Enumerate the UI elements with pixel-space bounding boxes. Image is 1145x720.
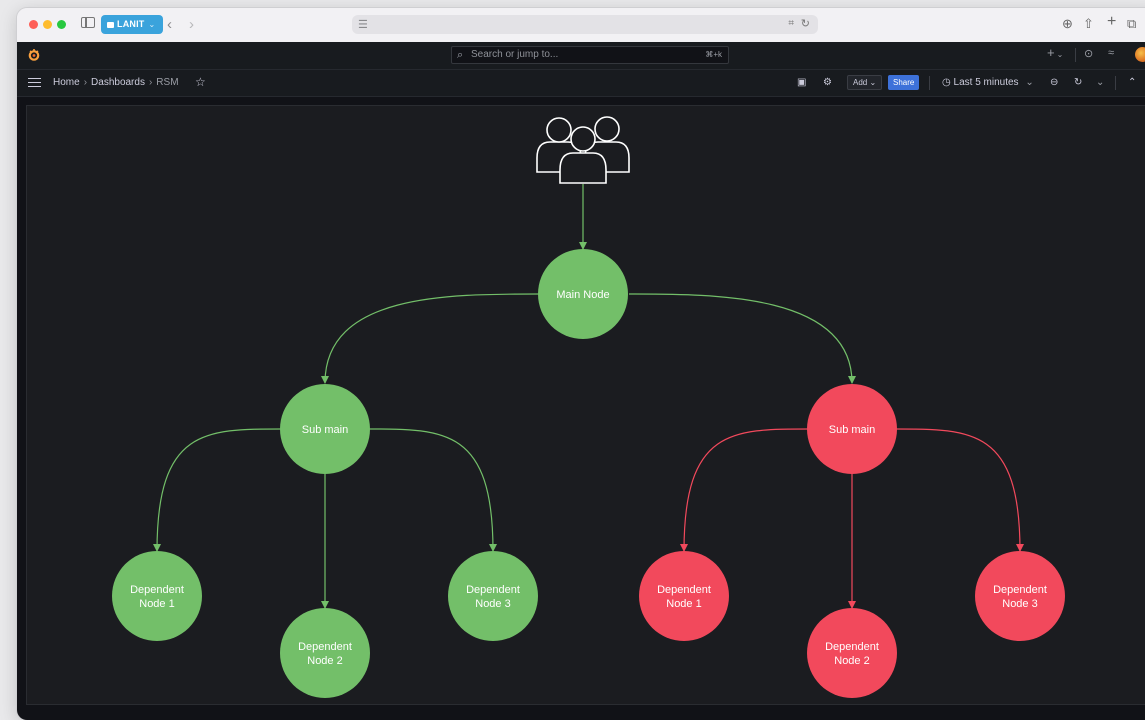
node-right-dep3[interactable]: Dependent Node 3: [975, 551, 1065, 641]
edge-left-dep3: [368, 428, 497, 552]
help-icon[interactable]: ⊙: [1084, 47, 1093, 60]
divider: [1115, 76, 1116, 90]
edge-right-dep1: [680, 428, 809, 552]
star-icon[interactable]: ☆: [195, 75, 206, 89]
node-sub-left[interactable]: Sub main: [280, 384, 370, 474]
dashboard-canvas: Main Node Sub main Sub main Dependent No…: [17, 97, 1145, 720]
node-left-dep3[interactable]: Dependent Node 3: [448, 551, 538, 641]
divider: [1075, 48, 1076, 62]
node-left-dep1[interactable]: Dependent Node 1: [112, 551, 202, 641]
edge-main-sub-right: [628, 293, 856, 384]
diagram-panel: Main Node Sub main Sub main Dependent No…: [26, 105, 1145, 705]
keyboard-shortcut: ⌘+k: [705, 50, 722, 59]
node-label-line2: Node 3: [475, 598, 510, 610]
page-settings-icon[interactable]: ☰: [358, 18, 368, 31]
reload-icon[interactable]: ↻: [801, 17, 810, 30]
menu-icon[interactable]: [28, 78, 41, 87]
zoom-out-icon[interactable]: ⊖: [1050, 77, 1058, 88]
edge-right-dep3: [895, 428, 1024, 552]
save-icon[interactable]: ▣: [797, 77, 806, 88]
address-bar[interactable]: ☰ ⌗ ↻: [352, 15, 818, 34]
minimize-window-button[interactable]: [43, 20, 52, 29]
tab-overview-icon[interactable]: ⧉: [1127, 16, 1136, 32]
settings-icon[interactable]: ⚙: [823, 77, 832, 88]
node-left-dep2[interactable]: Dependent Node 2: [280, 608, 370, 698]
zoom-window-button[interactable]: [57, 20, 66, 29]
node-main[interactable]: Main Node: [538, 249, 628, 339]
node-label-line1: Dependent: [130, 584, 184, 596]
avatar[interactable]: [1135, 47, 1145, 62]
edge-main-sub-left: [321, 293, 540, 384]
news-feed-icon[interactable]: ≈: [1108, 47, 1114, 59]
node-label-line2: Node 2: [834, 655, 869, 667]
node-right-dep1[interactable]: Dependent Node 1: [639, 551, 729, 641]
refresh-icon[interactable]: ↻: [1074, 77, 1082, 88]
tab-group-button[interactable]: LANIT ⌄: [101, 15, 164, 34]
node-graph: Main Node Sub main Sub main Dependent No…: [112, 116, 1065, 698]
chevron-down-icon: ⌄: [869, 78, 877, 87]
breadcrumb: Home › Dashboards › RSM: [53, 77, 179, 88]
close-window-button[interactable]: [29, 20, 38, 29]
search-icon: ⌕: [457, 49, 464, 61]
browser-window: LANIT ⌄ ‹ › ☰ ⌗ ↻ ⊕ ⇧ + ⧉ ⌕ Search or jum…: [17, 8, 1145, 720]
chevron-down-icon: ⌄: [148, 20, 156, 29]
node-label-line2: Node 3: [1002, 598, 1037, 610]
share-button[interactable]: Share: [888, 75, 920, 90]
breadcrumb-separator: ›: [148, 77, 153, 88]
translate-icon[interactable]: ⌗: [788, 18, 794, 29]
users-icon: [536, 116, 630, 184]
grafana-top-bar: ⌕ Search or jump to... ⌘+k + ⌄ ⊙ ≈: [17, 42, 1145, 70]
node-label-line2: Node 1: [666, 598, 701, 610]
time-range-picker[interactable]: ◷ Last 5 minutes ⌄: [942, 77, 1034, 88]
node-sub-right-label: Sub main: [829, 424, 875, 436]
breadcrumb-separator: ›: [83, 77, 88, 88]
search-placeholder: Search or jump to...: [471, 49, 559, 60]
search-input[interactable]: ⌕ Search or jump to... ⌘+k: [451, 46, 729, 64]
chevron-down-icon: ⌄: [1025, 77, 1034, 88]
new-menu-button[interactable]: + ⌄: [1047, 45, 1063, 60]
add-button[interactable]: Add ⌄: [847, 75, 883, 90]
refresh-interval-chevron-icon[interactable]: ⌄: [1096, 77, 1104, 88]
node-label-line2: Node 1: [139, 598, 174, 610]
breadcrumb-current: RSM: [156, 77, 179, 88]
breadcrumb-dashboards[interactable]: Dashboards: [91, 77, 145, 88]
node-sub-left-label: Sub main: [302, 424, 348, 436]
graph-edges: [153, 184, 1024, 609]
node-label-line1: Dependent: [993, 584, 1047, 596]
node-label-line1: Dependent: [466, 584, 520, 596]
node-label-line1: Dependent: [298, 641, 352, 653]
divider: [929, 76, 930, 90]
back-button[interactable]: ‹: [167, 15, 172, 34]
edge-left-dep1: [153, 428, 282, 552]
share-icon[interactable]: ⇧: [1083, 16, 1094, 32]
clock-icon: ◷: [942, 77, 951, 88]
new-tab-icon[interactable]: +: [1107, 14, 1116, 30]
node-main-label: Main Node: [556, 289, 609, 301]
share-button-label: Share: [893, 78, 915, 87]
dashboard-toolbar: Home › Dashboards › RSM ☆ ▣ ⚙ Add ⌄ Share ◷ …: [17, 70, 1145, 97]
forward-button[interactable]: ›: [189, 15, 194, 34]
collapse-icon[interactable]: ⌃: [1128, 77, 1136, 88]
node-sub-right[interactable]: Sub main: [807, 384, 897, 474]
browser-toolbar: LANIT ⌄ ‹ › ☰ ⌗ ↻ ⊕ ⇧ + ⧉: [17, 8, 1145, 43]
node-label-line2: Node 2: [307, 655, 342, 667]
grafana-logo-icon[interactable]: [27, 48, 41, 62]
downloads-icon[interactable]: ⊕: [1062, 16, 1073, 32]
node-right-dep2[interactable]: Dependent Node 2: [807, 608, 897, 698]
time-range-label: Last 5 minutes: [953, 77, 1019, 88]
tab-group-icon: [107, 21, 114, 28]
breadcrumb-home[interactable]: Home: [53, 77, 80, 88]
node-label-line1: Dependent: [825, 641, 879, 653]
add-button-label: Add: [853, 78, 868, 87]
node-label-line1: Dependent: [657, 584, 711, 596]
sidebar-toggle-icon[interactable]: [81, 17, 95, 28]
tab-group-label: LANIT: [117, 19, 145, 29]
